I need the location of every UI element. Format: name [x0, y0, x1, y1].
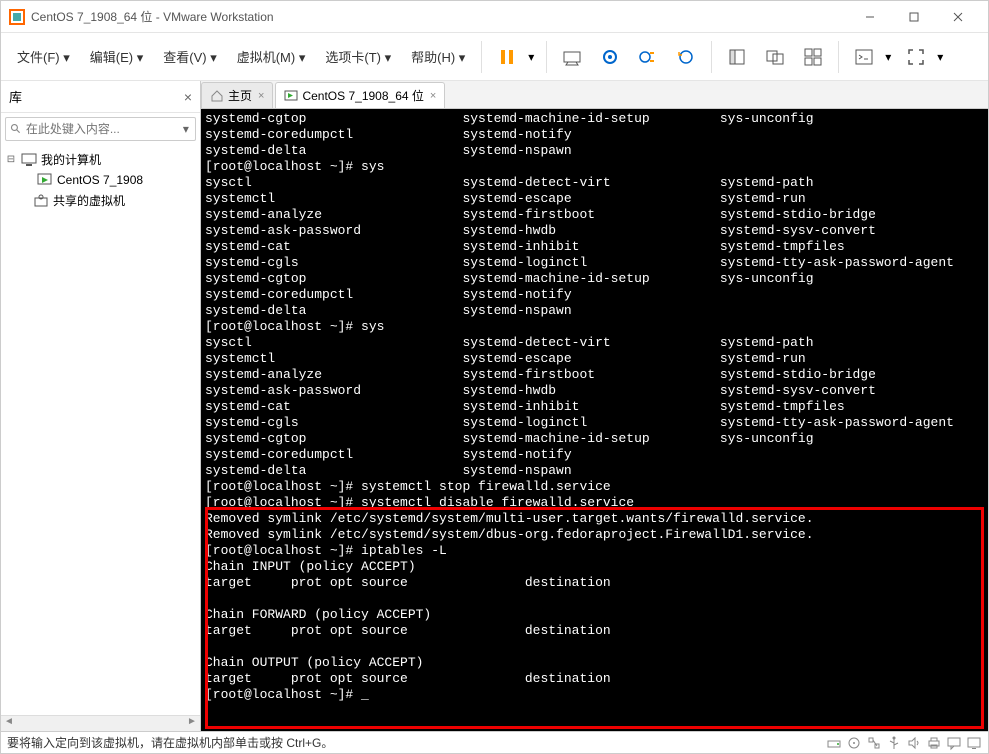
- terminal-view[interactable]: systemd-cgtop systemd-machine-id-setup s…: [201, 109, 988, 731]
- maximize-button[interactable]: [892, 3, 936, 31]
- library-search[interactable]: ▾: [5, 117, 196, 141]
- view-unity-icon[interactable]: [758, 40, 792, 74]
- library-tree: ⊟ 我的计算机 CentOS 7_1908 共享的虚拟机: [1, 145, 200, 715]
- view-thumbnail-icon[interactable]: [796, 40, 830, 74]
- library-title: 库: [9, 87, 184, 106]
- disk-icon[interactable]: [826, 735, 842, 751]
- fullscreen-dropdown[interactable]: ▾: [935, 50, 945, 64]
- console-icon[interactable]: [847, 40, 881, 74]
- tree-shared[interactable]: 共享的虚拟机: [1, 190, 200, 211]
- minimize-button[interactable]: [848, 3, 892, 31]
- usb-icon[interactable]: [886, 735, 902, 751]
- search-icon: [10, 122, 22, 136]
- close-sidebar-button[interactable]: ×: [184, 89, 192, 105]
- fullscreen-icon[interactable]: [899, 40, 933, 74]
- console-dropdown[interactable]: ▾: [883, 50, 893, 64]
- menu-vm[interactable]: 虚拟机(M) ▾: [227, 41, 316, 72]
- network-icon[interactable]: [866, 735, 882, 751]
- tab-home[interactable]: 主页 ×: [201, 82, 273, 108]
- search-dropdown[interactable]: ▾: [181, 122, 191, 136]
- printer-icon[interactable]: [926, 735, 942, 751]
- home-icon: [210, 89, 224, 103]
- menu-view[interactable]: 查看(V) ▾: [153, 41, 226, 72]
- tab-bar: 主页 × CentOS 7_1908_64 位 ×: [201, 81, 988, 109]
- cd-icon[interactable]: [846, 735, 862, 751]
- tab-close[interactable]: ×: [258, 90, 264, 102]
- view-single-icon[interactable]: [720, 40, 754, 74]
- menu-edit[interactable]: 编辑(E) ▾: [80, 41, 153, 72]
- tree-vm-centos[interactable]: CentOS 7_1908: [1, 170, 200, 190]
- pause-icon[interactable]: [490, 40, 524, 74]
- vm-running-icon: [284, 89, 298, 103]
- sound-icon[interactable]: [906, 735, 922, 751]
- search-input[interactable]: [26, 122, 181, 136]
- snapshot-manager-icon[interactable]: [631, 40, 665, 74]
- tab-vm[interactable]: CentOS 7_1908_64 位 ×: [275, 82, 445, 108]
- menubar: 文件(F) ▾ 编辑(E) ▾ 查看(V) ▾ 虚拟机(M) ▾ 选项卡(T) …: [1, 33, 988, 81]
- sidebar-hscroll[interactable]: ◄►: [1, 715, 200, 731]
- window-title: CentOS 7_1908_64 位 - VMware Workstation: [31, 8, 274, 25]
- menu-help[interactable]: 帮助(H) ▾: [401, 41, 475, 72]
- tree-label: 我的计算机: [41, 151, 101, 168]
- tab-label: CentOS 7_1908_64 位: [302, 87, 423, 104]
- menu-tabs[interactable]: 选项卡(T) ▾: [315, 41, 401, 72]
- vm-running-icon: [37, 172, 53, 188]
- power-dropdown[interactable]: ▾: [526, 50, 536, 64]
- shared-icon: [33, 193, 49, 209]
- tree-label: CentOS 7_1908: [57, 173, 143, 187]
- library-sidebar: 库 × ▾ ⊟ 我的计算机 CentOS 7_1908 共享的虚拟机: [1, 81, 201, 731]
- menu-file[interactable]: 文件(F) ▾: [7, 41, 80, 72]
- close-button[interactable]: [936, 3, 980, 31]
- status-bar: 要将输入定向到该虚拟机，请在虚拟机内部单击或按 Ctrl+G。: [1, 731, 988, 753]
- tree-my-computer[interactable]: ⊟ 我的计算机: [1, 149, 200, 170]
- vm-status-icon[interactable]: [966, 735, 982, 751]
- tab-label: 主页: [228, 87, 252, 104]
- terminal-content: systemd-cgtop systemd-machine-id-setup s…: [205, 111, 984, 703]
- computer-icon: [21, 152, 37, 168]
- tab-close[interactable]: ×: [430, 90, 436, 102]
- revert-icon[interactable]: [669, 40, 703, 74]
- tree-label: 共享的虚拟机: [53, 192, 125, 209]
- status-text: 要将输入定向到该虚拟机，请在虚拟机内部单击或按 Ctrl+G。: [7, 734, 822, 751]
- vmware-logo-icon: [9, 9, 25, 25]
- titlebar: CentOS 7_1908_64 位 - VMware Workstation: [1, 1, 988, 33]
- send-ctrl-alt-del-icon[interactable]: [555, 40, 589, 74]
- message-icon[interactable]: [946, 735, 962, 751]
- snapshot-icon[interactable]: [593, 40, 627, 74]
